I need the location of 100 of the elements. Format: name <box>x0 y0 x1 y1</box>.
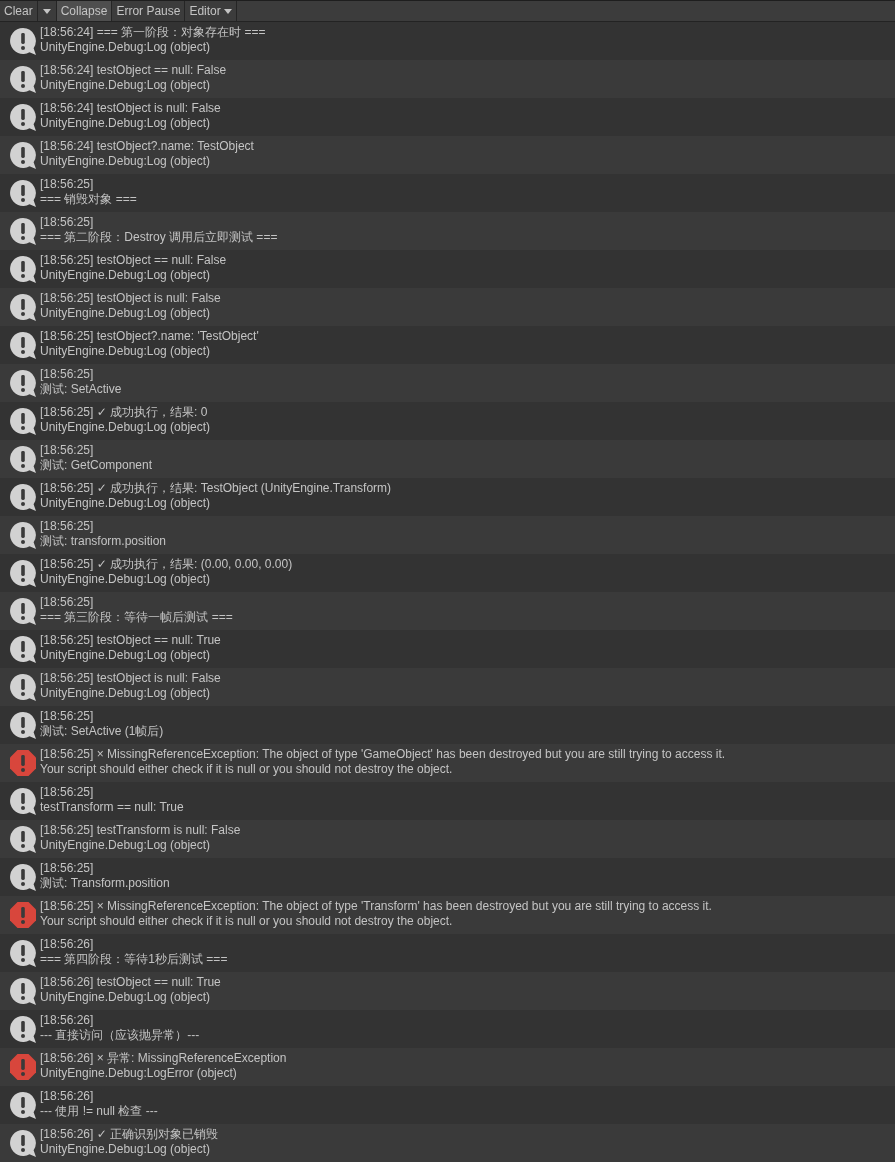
log-entry[interactable]: [18:56:26] --- 使用 != null 检查 --- <box>0 1086 895 1124</box>
log-text-line: [18:56:26] × 异常: MissingReferenceException <box>40 1051 287 1066</box>
exclamation-bubble-icon <box>9 483 37 511</box>
exclamation-bubble-icon <box>9 369 37 397</box>
log-text-line: [18:56:25] testObject == null: True <box>40 633 221 648</box>
exclamation-bubble-icon <box>9 597 37 625</box>
log-text-line: === 第三阶段：等待一帧后测试 === <box>40 610 233 625</box>
log-text-line: [18:56:24] testObject is null: False <box>40 101 221 116</box>
caret-icon <box>223 8 232 14</box>
log-entry[interactable]: [18:56:25] ✓ 成功执行，结果: (0.00, 0.00, 0.00) UnityEngine.Debug:Log (object) <box>0 554 895 592</box>
exclamation-bubble-icon <box>9 711 37 739</box>
log-entry[interactable]: [18:56:25] testTransform == null: True <box>0 782 895 820</box>
log-text-line: UnityEngine.Debug:LogError (object) <box>40 1066 237 1081</box>
log-text-line: [18:56:25] <box>40 177 94 192</box>
log-text-line: UnityEngine.Debug:Log (object) <box>40 420 211 435</box>
exclamation-bubble-icon <box>9 331 37 359</box>
log-entry[interactable]: [18:56:25] testObject?.name: 'TestObject' UnityEngine.Debug:Log (object) <box>0 326 895 364</box>
log-text-line: UnityEngine.Debug:Log (object) <box>40 40 211 55</box>
exclamation-bubble-icon <box>9 825 37 853</box>
exclamation-bubble-icon <box>9 255 37 283</box>
log-text-line: [18:56:25] <box>40 443 94 458</box>
error-icon <box>9 749 37 777</box>
log-text-line: 测试: Transform.position <box>40 876 170 891</box>
log-text-line: testTransform == null: True <box>40 800 184 815</box>
log-text-line: 测试: transform.position <box>40 534 167 549</box>
log-text-line: UnityEngine.Debug:Log (object) <box>40 648 211 663</box>
log-text-line: [18:56:25] testObject?.name: 'TestObject' <box>40 329 259 344</box>
exclamation-bubble-icon <box>9 559 37 587</box>
log-entry[interactable]: [18:56:25] 测试: Transform.position <box>0 858 895 896</box>
log-text-line: [18:56:25] ✓ 成功执行，结果: (0.00, 0.00, 0.00) <box>40 557 293 572</box>
log-entry[interactable]: [18:56:25] 测试: SetActive (1帧后) <box>0 706 895 744</box>
log-text-line: [18:56:25] <box>40 367 94 382</box>
log-entry[interactable]: [18:56:25] testObject == null: False UnityEngine.Debug:Log (object) <box>0 250 895 288</box>
log-text-line: === 第二阶段：Destroy 调用后立即测试 === <box>40 230 278 245</box>
log-text-line: [18:56:25] <box>40 861 94 876</box>
log-text-line: [18:56:25] ✓ 成功执行，结果: TestObject (UnityEngine.Transform) <box>40 481 392 496</box>
log-entry[interactable]: [18:56:26] === 第四阶段：等待1秒后测试 === <box>0 934 895 972</box>
log-text-line: 测试: GetComponent <box>40 458 153 473</box>
exclamation-bubble-icon <box>9 939 37 967</box>
log-text-line: Your script should either check if it is null or you should not destroy the object. <box>40 762 453 777</box>
log-text-line: [18:56:25] <box>40 785 94 800</box>
log-text-line: [18:56:25] <box>40 215 94 230</box>
exclamation-bubble-icon <box>9 635 37 663</box>
exclamation-bubble-icon <box>9 407 37 435</box>
exclamation-bubble-icon <box>9 977 37 1005</box>
log-text-line: [18:56:25] ✓ 成功执行，结果: 0 <box>40 405 208 420</box>
log-text-line: 测试: SetActive <box>40 382 122 397</box>
toggle-button[interactable]: Collapse <box>56 1 113 21</box>
exclamation-bubble-icon <box>9 445 37 473</box>
log-text-line: [18:56:26] <box>40 1089 94 1104</box>
exclamation-bubble-icon <box>9 27 37 55</box>
log-text-line: UnityEngine.Debug:Log (object) <box>40 572 211 587</box>
error-icon <box>9 901 37 929</box>
log-text-line: === 第四阶段：等待1秒后测试 === <box>40 952 228 967</box>
log-text-line: [18:56:25] testObject is null: False <box>40 671 221 686</box>
exclamation-bubble-icon <box>9 673 37 701</box>
log-text-line: [18:56:25] testTransform is null: False <box>40 823 241 838</box>
log-entry[interactable]: [18:56:25] ✓ 成功执行，结果: TestObject (UnityEngine.Transform) UnityEngine.Debug:Log (object) <box>0 478 895 516</box>
log-text-line: [18:56:24] testObject?.name: TestObject <box>40 139 254 154</box>
log-text-line: [18:56:25] × MissingReferenceException: The object of type 'Transform' has been destroyed but you are still trying to access it. <box>40 899 712 914</box>
exclamation-bubble-icon <box>9 293 37 321</box>
exclamation-bubble-icon <box>9 1129 37 1157</box>
caret-icon <box>42 8 51 14</box>
log-text-line: UnityEngine.Debug:Log (object) <box>40 306 211 321</box>
log-entry[interactable]: [18:56:25] testObject == null: True UnityEngine.Debug:Log (object) <box>0 630 895 668</box>
log-text-line: UnityEngine.Debug:Log (object) <box>40 496 211 511</box>
error-icon <box>9 1053 37 1081</box>
log-text-line: UnityEngine.Debug:Log (object) <box>40 116 211 131</box>
log-text-line: UnityEngine.Debug:Log (object) <box>40 990 211 1005</box>
log-text-line: [18:56:24] testObject == null: False <box>40 63 227 78</box>
log-text-line: [18:56:25] <box>40 595 94 610</box>
log-text-line: UnityEngine.Debug:Log (object) <box>40 78 211 93</box>
exclamation-bubble-icon <box>9 787 37 815</box>
log-text-line: [18:56:26] ✓ 正确识别对象已销毁 <box>40 1127 219 1142</box>
exclamation-bubble-icon <box>9 217 37 245</box>
exclamation-bubble-icon <box>9 103 37 131</box>
log-text-line: UnityEngine.Debug:Log (object) <box>40 838 211 853</box>
log-text-line: [18:56:26] <box>40 937 94 952</box>
log-entry[interactable]: [18:56:24] testObject is null: False UnityEngine.Debug:Log (object) <box>0 98 895 136</box>
log-text-line: [18:56:25] <box>40 519 94 534</box>
exclamation-bubble-icon <box>9 521 37 549</box>
log-text-line: [18:56:25] × MissingReferenceException: The object of type 'GameObject' has been destroyed but you are still trying to access it. <box>40 747 726 762</box>
log-text-line: === 销毁对象 === <box>40 192 137 207</box>
log-text-line: [18:56:25] testObject == null: False <box>40 253 227 268</box>
log-entry[interactable]: [18:56:25] ✓ 成功执行，结果: 0 UnityEngine.Debug:Log (object) <box>0 402 895 440</box>
log-entry[interactable]: [18:56:26] --- 直接访问（应该抛异常）--- <box>0 1010 895 1048</box>
log-text-line: --- 使用 != null 检查 --- <box>40 1104 158 1119</box>
log-text-line: UnityEngine.Debug:Log (object) <box>40 154 211 169</box>
log-text-line: Your script should either check if it is null or you should not destroy the object. <box>40 914 453 929</box>
log-text-line: UnityEngine.Debug:Log (object) <box>40 1142 211 1157</box>
exclamation-bubble-icon <box>9 1015 37 1043</box>
exclamation-bubble-icon <box>9 141 37 169</box>
log-text-line: [18:56:25] testObject is null: False <box>40 291 221 306</box>
log-text-line: --- 直接访问（应该抛异常）--- <box>40 1028 200 1043</box>
log-text-line: [18:56:26] <box>40 1013 94 1028</box>
log-text-line: UnityEngine.Debug:Log (object) <box>40 686 211 701</box>
log-entry[interactable]: [18:56:25] === 销毁对象 === <box>0 174 895 212</box>
log-text-line: [18:56:26] testObject == null: True <box>40 975 221 990</box>
log-entry[interactable]: [18:56:24] === 第一阶段：对象存在时 === UnityEngine.Debug:Log (object) <box>0 22 895 60</box>
log-text-line: [18:56:24] === 第一阶段：对象存在时 === <box>40 25 266 40</box>
